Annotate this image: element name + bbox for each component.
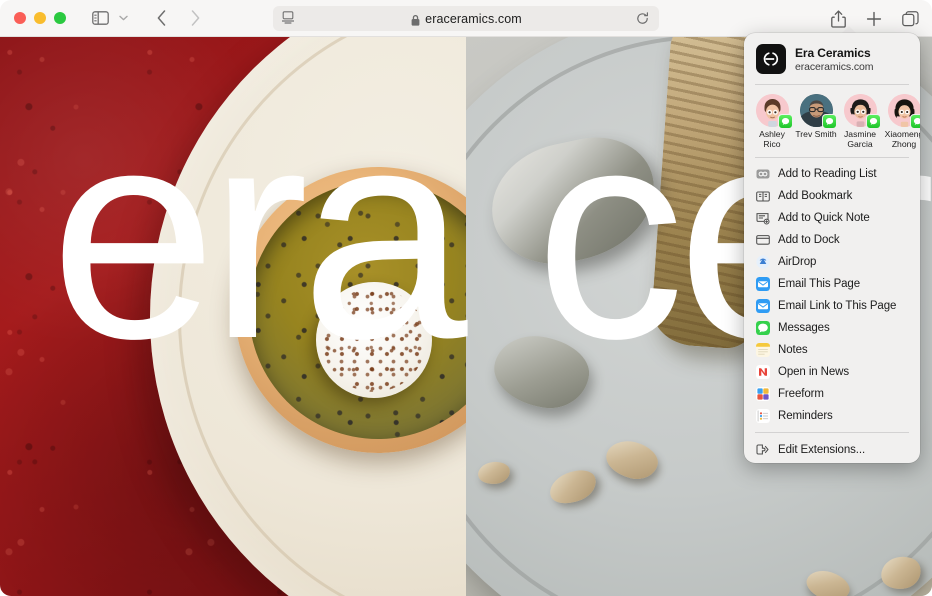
popover-site-header: Era Ceramics eraceramics.com <box>744 33 920 84</box>
contact-name: Ashley Rico <box>759 129 785 149</box>
menu-item-label: AirDrop <box>778 256 817 269</box>
add-to-dock-icon <box>756 233 770 247</box>
menu-item-freeform[interactable]: Freeform <box>744 386 920 402</box>
popover-site-meta: Era Ceramics eraceramics.com <box>795 45 874 73</box>
site-name: Era Ceramics <box>795 45 871 60</box>
share-icon[interactable] <box>829 9 847 29</box>
menu-item-messages[interactable]: Messages <box>744 320 920 336</box>
menu-item-label: Email This Page <box>778 278 861 291</box>
messages-icon <box>756 321 770 336</box>
back-button[interactable] <box>150 7 172 29</box>
menu-item-open-in-news[interactable]: Open in News <box>744 364 920 380</box>
mail-icon <box>756 299 770 314</box>
reload-icon[interactable] <box>636 11 650 26</box>
site-url: eraceramics.com <box>795 60 874 73</box>
messages-badge-icon <box>821 114 837 129</box>
toolbar-right-group <box>829 0 920 37</box>
menu-item-label: Freeform <box>778 388 824 401</box>
menu-item-add-bookmark[interactable]: Add Bookmark <box>744 188 920 204</box>
menu-item-email-this-page[interactable]: Email This Page <box>744 276 920 292</box>
zoom-button[interactable] <box>54 12 66 24</box>
messages-badge-icon <box>909 114 920 129</box>
freeform-icon <box>756 387 770 402</box>
avatar-wrap <box>799 94 837 129</box>
menu-item-label: Reminders <box>778 410 833 423</box>
avatar-wrap <box>887 94 920 129</box>
contact-name: Trev Smith <box>795 129 837 139</box>
safari-window: era ceramics <box>0 0 932 596</box>
url-display[interactable]: eraceramics.com <box>297 12 636 26</box>
menu-item-add-to-quick-note[interactable]: Add to Quick Note <box>744 210 920 226</box>
forward-button[interactable] <box>184 7 206 29</box>
menu-item-notes[interactable]: Notes <box>744 342 920 358</box>
menu-item-add-to-reading-list[interactable]: Add to Reading List <box>744 166 920 182</box>
lock-icon <box>411 13 420 26</box>
contact-xiaomeng-zhong[interactable]: Xiaomeng Zhong <box>882 94 920 149</box>
menu-item-label: Open in News <box>778 366 850 379</box>
contact-ashley-rico[interactable]: Ashley Rico <box>750 94 794 149</box>
bookmark-icon <box>756 189 770 203</box>
address-bar[interactable]: eraceramics.com <box>273 6 659 31</box>
menu-item-label: Add to Quick Note <box>778 212 870 225</box>
window-controls[interactable] <box>14 12 66 24</box>
page-settings-icon[interactable] <box>281 10 297 27</box>
extensions-icon <box>756 443 770 457</box>
mail-icon <box>756 277 770 292</box>
popover-footer: Edit Extensions... <box>744 433 920 458</box>
menu-item-label: Email Link to This Page <box>778 300 897 313</box>
menu-item-label: Notes <box>778 344 808 357</box>
menu-item-label: Add to Reading List <box>778 168 877 181</box>
hero-image-left <box>0 37 466 596</box>
contact-name: Xiaomeng Zhong <box>884 129 920 149</box>
share-actions-list: Add to Reading List Add Bookmark Add to … <box>744 158 920 424</box>
menu-item-label: Messages <box>778 322 830 335</box>
menu-item-label: Add Bookmark <box>778 190 853 203</box>
plus-icon[interactable] <box>865 10 883 28</box>
url-text: eraceramics.com <box>425 11 522 26</box>
menu-item-email-link-to-this-page[interactable]: Email Link to This Page <box>744 298 920 314</box>
airdrop-icon <box>756 255 770 269</box>
avatar-wrap <box>755 94 793 129</box>
menu-item-add-to-dock[interactable]: Add to Dock <box>744 232 920 248</box>
white-cup-speckles <box>322 288 426 392</box>
chevron-down-icon[interactable] <box>116 8 130 28</box>
reading-list-icon <box>756 167 770 181</box>
menu-item-label: Edit Extensions... <box>778 444 866 457</box>
close-button[interactable] <box>14 12 26 24</box>
sidebar-icon[interactable] <box>90 8 110 28</box>
contact-name: Jasmine Garcia <box>844 129 876 149</box>
share-menu-popover: Era Ceramics eraceramics.com Ashley Rico… <box>744 33 920 464</box>
avatar-wrap <box>843 94 881 129</box>
browser-toolbar: eraceramics.com <box>0 0 932 37</box>
menu-item-reminders[interactable]: Reminders <box>744 408 920 424</box>
messages-badge-icon <box>777 114 793 129</box>
reminders-icon <box>756 409 770 424</box>
suggested-contacts-row: Ashley Rico Trev Smith Jasmine Garcia Xi… <box>744 85 920 157</box>
contact-jasmine-garcia[interactable]: Jasmine Garcia <box>838 94 882 149</box>
era-ceramics-logo-icon <box>756 44 786 74</box>
menu-item-edit-extensions[interactable]: Edit Extensions... <box>744 442 920 458</box>
contact-trev-smith[interactable]: Trev Smith <box>794 94 838 149</box>
news-icon <box>756 365 770 380</box>
quick-note-icon <box>756 211 770 225</box>
tab-overview-icon[interactable] <box>901 10 920 28</box>
messages-badge-icon <box>865 114 881 129</box>
minimize-button[interactable] <box>34 12 46 24</box>
notes-icon <box>756 343 770 358</box>
menu-item-airdrop[interactable]: AirDrop <box>744 254 920 270</box>
menu-item-label: Add to Dock <box>778 234 840 247</box>
